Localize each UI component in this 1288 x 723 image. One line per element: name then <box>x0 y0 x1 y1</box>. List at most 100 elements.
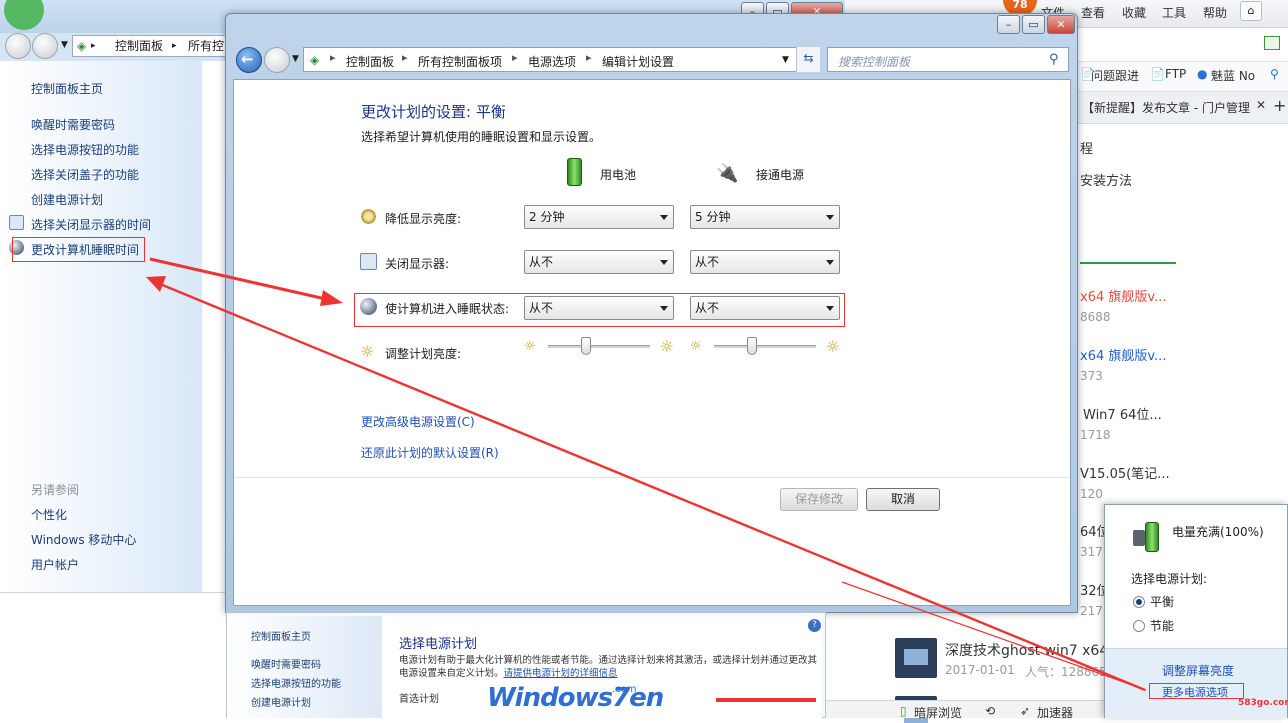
sidebar-item-power-button[interactable]: 选择电源按钮的功能 <box>251 675 341 690</box>
restore-defaults-link[interactable]: 还原此计划的默认设置(R) <box>361 444 499 461</box>
dim-display-plugged-select[interactable]: 5 分钟 <box>690 205 840 229</box>
plan-balanced-label[interactable]: 平衡 <box>1150 593 1174 610</box>
forward-icon[interactable] <box>264 47 290 73</box>
breadcrumb-edit-plan[interactable]: 编辑计划设置 <box>602 53 674 70</box>
plan-power-saver-label[interactable]: 节能 <box>1150 617 1174 634</box>
brightness-battery-slider[interactable]: ☼ ☼ <box>524 337 674 357</box>
plug-icon: 🔌 <box>716 163 739 184</box>
save-button[interactable]: 保存修改 <box>780 488 858 511</box>
accelerator[interactable]: 加速器 <box>1037 704 1073 721</box>
breadcrumb-all-items[interactable]: 所有控 <box>188 36 224 56</box>
new-tab-icon[interactable]: + <box>1273 96 1286 115</box>
sidebar-item-power-button[interactable]: 选择电源按钮的功能 <box>31 141 139 158</box>
dim-brightness-icon <box>360 208 377 225</box>
select-value: 从不 <box>695 255 720 269</box>
chevron-down-icon[interactable]: ▼ <box>782 55 789 65</box>
article-thumbnail[interactable] <box>895 638 937 678</box>
menu-view[interactable]: 查看 <box>1081 4 1105 21</box>
menu-favorites[interactable]: 收藏 <box>1122 4 1146 21</box>
refresh-icon[interactable]: ⟲ <box>985 704 995 718</box>
breadcrumb-control-panel[interactable]: 控制面板 <box>346 53 394 70</box>
bookmark-ftp[interactable]: FTP <box>1165 67 1186 81</box>
sidebar-home[interactable]: 控制面板主页 <box>251 628 311 643</box>
article-title[interactable]: Win7 64位... <box>1083 404 1162 423</box>
address-bar[interactable]: ◈ ▸ 控制面板 ▸ 所有控制面板项 ▸ 电源选项 ▸ 编辑计划设置 ▼ <box>303 47 820 72</box>
dim-display-battery-select[interactable]: 2 分钟 <box>524 205 674 229</box>
slider-thumb[interactable] <box>580 337 591 355</box>
article-meta: 373 <box>1080 369 1103 383</box>
sidebar-item-lid[interactable]: 选择关闭盖子的功能 <box>31 166 139 183</box>
arrow-left-icon: ← <box>241 50 254 68</box>
close-button[interactable]: ✕ <box>1047 15 1075 34</box>
featured-title[interactable]: 深度技术ghost win7 x64 <box>945 640 1108 660</box>
breadcrumb-power-options[interactable]: 电源选项 <box>528 53 576 70</box>
chevron-right-icon: ▸ <box>512 51 518 64</box>
chevron-down-icon[interactable]: ▼ <box>292 54 299 64</box>
bookmark-meilan[interactable]: 魅蓝 No <box>1211 67 1255 84</box>
see-also-user-accounts[interactable]: 用户帐户 <box>31 556 79 573</box>
display-off-plugged-select[interactable]: 从不 <box>690 250 840 274</box>
cancel-button[interactable]: 取消 <box>866 488 940 511</box>
close-tab-icon[interactable]: ✕ <box>1256 98 1266 112</box>
breadcrumb-all-items[interactable]: 所有控制面板项 <box>418 53 502 70</box>
battery-plug-icon <box>1133 520 1163 554</box>
article-meta: 217 <box>1080 604 1103 618</box>
search-icon[interactable]: ⚲ <box>1049 52 1059 67</box>
page-icon[interactable] <box>1264 36 1280 50</box>
display-off-battery-select[interactable]: 从不 <box>524 250 674 274</box>
home-icon[interactable]: ⌂ <box>1240 1 1262 21</box>
featured-views: 人气：128865 <box>1025 665 1107 679</box>
sidebar-item-create-plan[interactable]: 创建电源计划 <box>31 191 103 208</box>
sidebar-item-wake-password[interactable]: 唤醒时需要密码 <box>251 656 321 671</box>
watermark-logo: Windows7en <box>487 683 664 713</box>
screen-icon: ▯ <box>900 704 907 718</box>
sidebar-item-create-plan[interactable]: 创建电源计划 <box>251 694 311 709</box>
brightness-plugged-slider[interactable]: ☼ ☼ <box>690 337 840 357</box>
see-also-personalize[interactable]: 个性化 <box>31 506 67 523</box>
sidebar-home[interactable]: 控制面板主页 <box>31 80 103 97</box>
search-input[interactable]: 搜索控制面板 <box>827 47 1069 72</box>
maximize-button[interactable]: ▭ <box>1022 15 1045 34</box>
forward-icon[interactable] <box>32 33 58 59</box>
address-bar[interactable]: ◈ ▸ 控制面板 ▸ 所有控 <box>72 35 232 57</box>
menu-tools[interactable]: 工具 <box>1162 4 1186 21</box>
select-value: 5 分钟 <box>695 210 731 224</box>
highlight-box <box>12 237 145 262</box>
refresh-icon[interactable]: ⇆ <box>796 47 820 72</box>
plan-balanced-radio[interactable] <box>1133 596 1145 608</box>
back-icon[interactable] <box>5 33 31 59</box>
details-link[interactable]: 请提供电源计划的详细信息 <box>504 668 618 679</box>
battery-status: 电量充满(100%) <box>1172 525 1264 539</box>
dialog-footer <box>234 477 1070 605</box>
slider-thumb[interactable] <box>746 337 757 355</box>
sun-small-icon: ☼ <box>524 339 536 354</box>
help-icon[interactable]: ? <box>808 619 821 632</box>
chevron-down-icon[interactable]: ▼ <box>61 40 68 50</box>
page-icon: 📄 <box>1150 67 1165 81</box>
dim-browse[interactable]: 暗屏浏览 <box>914 704 962 721</box>
sidebar-item-display-off[interactable]: 选择关闭显示器的时间 <box>31 216 151 233</box>
page-title: 更改计划的设置: 平衡 <box>361 103 506 121</box>
sun-large-icon: ☼ <box>825 337 840 356</box>
minimize-button[interactable]: – <box>997 15 1020 34</box>
adjust-brightness-link[interactable]: 调整屏幕亮度 <box>1162 662 1234 679</box>
highlight-box <box>354 293 845 327</box>
tab-publish-article[interactable]: 【新提醒】发布文章 - 门户管理 <box>1082 99 1258 116</box>
rocket-icon: ➶ <box>1020 704 1031 718</box>
cp-window-border <box>0 592 230 600</box>
control-panel-icon: ◈ <box>310 53 320 67</box>
article-title[interactable]: x64 旗舰版v... <box>1080 286 1166 305</box>
bookmark-issue-tracking[interactable]: 问题跟进 <box>1091 67 1139 84</box>
see-also-mobility-center[interactable]: Windows 移动中心 <box>31 531 136 548</box>
advanced-settings-link[interactable]: 更改高级电源设置(C) <box>361 413 475 430</box>
content-fragment[interactable]: 安装方法 <box>1080 170 1132 189</box>
article-title[interactable]: V15.05(笔记... <box>1080 463 1170 482</box>
sidebar-item-wake-password[interactable]: 唤醒时需要密码 <box>31 116 115 133</box>
plan-power-saver-radio[interactable] <box>1133 620 1145 632</box>
browser-address-row <box>1078 28 1288 62</box>
article-title[interactable]: x64 旗舰版v... <box>1080 345 1166 364</box>
breadcrumb-control-panel[interactable]: 控制面板 <box>115 36 163 56</box>
chevron-down-icon <box>660 215 668 220</box>
menu-help[interactable]: 帮助 <box>1203 4 1227 21</box>
control-panel-icon: ◈ <box>77 39 87 53</box>
